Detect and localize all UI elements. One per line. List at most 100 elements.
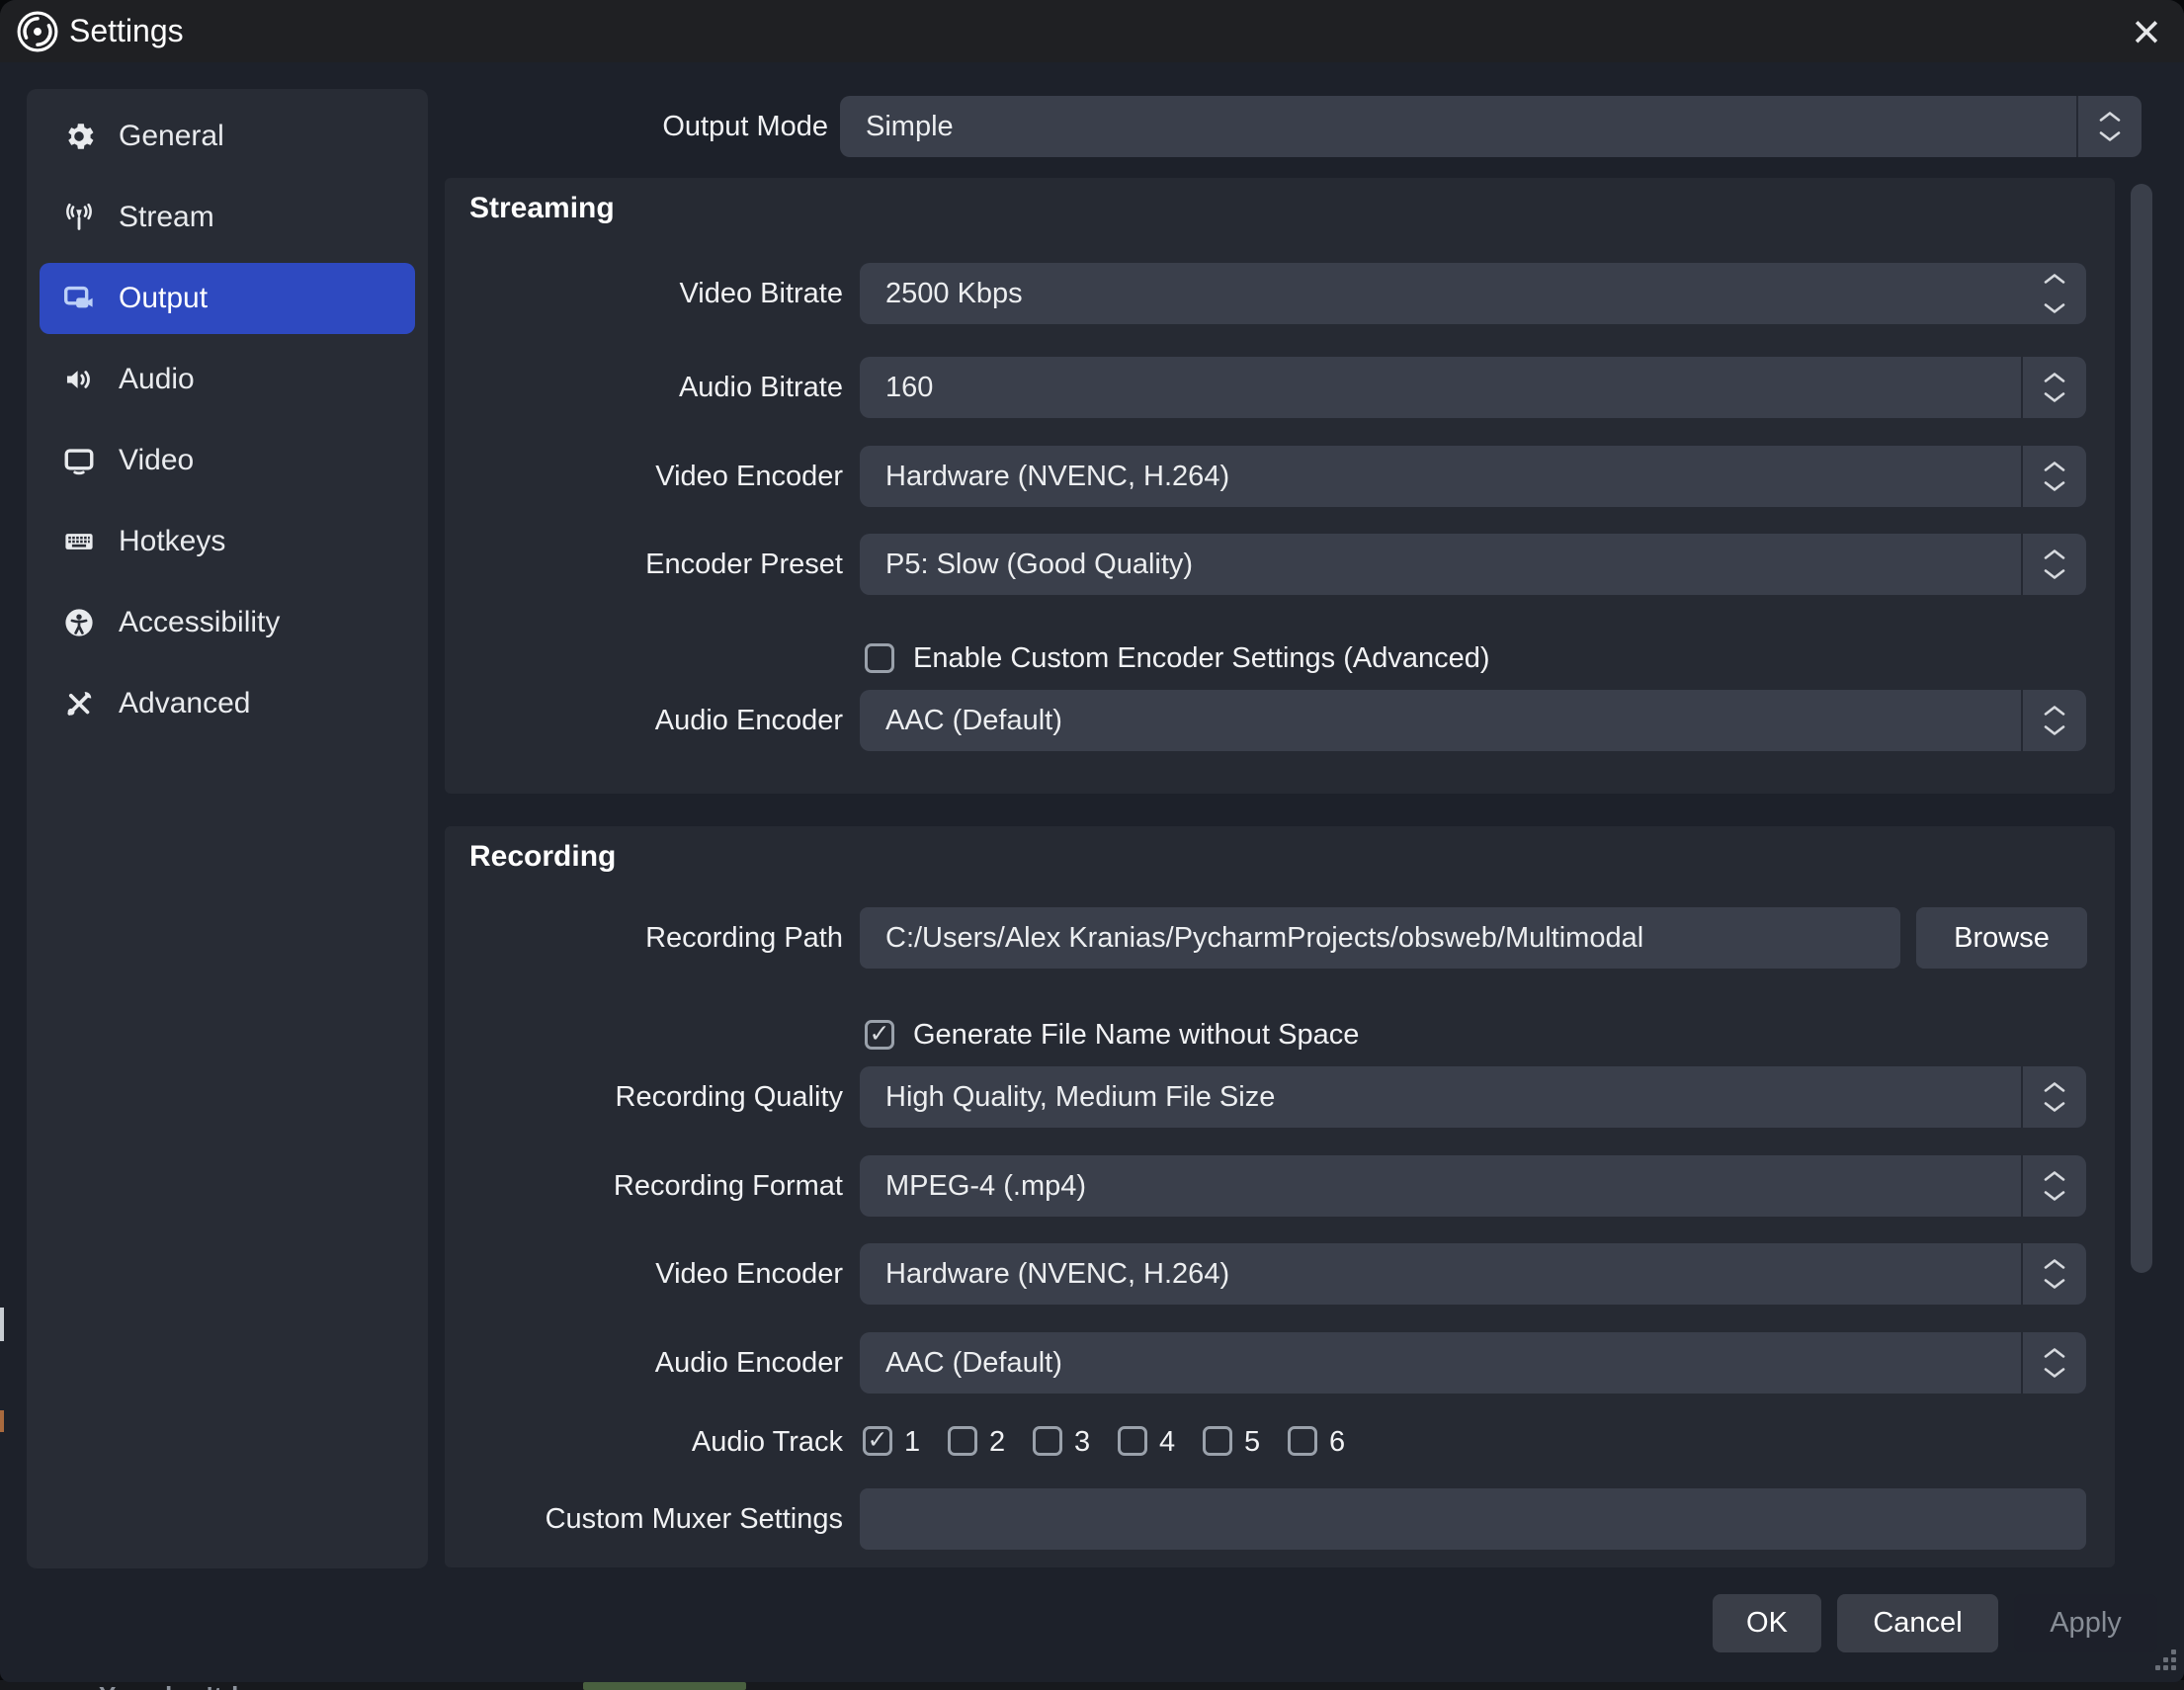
ok-button[interactable]: OK (1713, 1594, 1821, 1652)
spin-up-icon[interactable] (2043, 273, 2066, 285)
accessibility-icon (61, 605, 97, 640)
chevron-up-icon (2043, 1170, 2066, 1182)
sidebar-item-audio[interactable]: Audio (40, 344, 415, 415)
audio-track-6-checkbox[interactable] (1288, 1426, 1317, 1456)
audio-encoder-label: Audio Encoder (445, 690, 843, 751)
recording-quality-select[interactable]: High Quality, Medium File Size (860, 1066, 2086, 1128)
audio-encoder-value: AAC (Default) (885, 705, 1062, 737)
sidebar-item-label: Audio (119, 363, 195, 396)
combo-arrows[interactable] (2021, 1066, 2086, 1128)
rec-video-encoder-label: Video Encoder (445, 1243, 843, 1305)
audio-track-5-checkbox[interactable] (1203, 1426, 1232, 1456)
tools-icon (61, 686, 97, 721)
enable-custom-encoder-checkbox[interactable] (865, 643, 894, 673)
audio-track-1-label: 1 (904, 1411, 920, 1473)
video-bitrate-value: 2500 Kbps (885, 278, 1023, 310)
combo-arrows[interactable] (2021, 357, 2086, 418)
window-title: Settings (69, 13, 184, 49)
sidebar-item-label: Hotkeys (119, 525, 225, 558)
streaming-title: Streaming (469, 192, 615, 225)
audio-track-4-checkbox[interactable] (1118, 1426, 1147, 1456)
chevron-up-icon (2043, 549, 2066, 560)
sidebar-item-output[interactable]: Output (40, 263, 415, 334)
recording-quality-value: High Quality, Medium File Size (885, 1081, 1275, 1114)
sidebar-item-stream[interactable]: Stream (40, 182, 415, 253)
sidebar-item-label: Accessibility (119, 606, 280, 639)
sidebar-item-label: Video (119, 444, 194, 477)
rec-video-encoder-select[interactable]: Hardware (NVENC, H.264) (860, 1243, 2086, 1305)
audio-track-5-label: 5 (1244, 1411, 1260, 1473)
sidebar-item-video[interactable]: Video (40, 425, 415, 496)
background-edge-sliver (0, 1410, 4, 1432)
audio-track-4-label: 4 (1159, 1411, 1175, 1473)
custom-muxer-input[interactable] (860, 1488, 2086, 1550)
chevron-down-icon (2043, 1190, 2066, 1202)
combo-arrows[interactable] (2021, 1155, 2086, 1217)
chevron-up-icon (2043, 372, 2066, 383)
sidebar-item-label: Advanced (119, 687, 250, 720)
audio-bitrate-select[interactable]: 160 (860, 357, 2086, 418)
recording-path-label: Recording Path (445, 907, 843, 969)
browse-button[interactable]: Browse (1916, 907, 2087, 969)
video-encoder-select[interactable]: Hardware (NVENC, H.264) (860, 446, 2086, 507)
audio-track-6-label: 6 (1329, 1411, 1345, 1473)
combo-arrows[interactable] (2021, 446, 2086, 507)
video-encoder-label: Video Encoder (445, 446, 843, 507)
antenna-icon (61, 200, 97, 235)
obs-logo-icon (16, 10, 59, 53)
rec-video-encoder-value: Hardware (NVENC, H.264) (885, 1258, 1229, 1291)
chevron-down-icon (2043, 1367, 2066, 1379)
background-edge-sliver (0, 1308, 4, 1341)
recording-format-select[interactable]: MPEG-4 (.mp4) (860, 1155, 2086, 1217)
rec-audio-encoder-value: AAC (Default) (885, 1347, 1062, 1380)
custom-muxer-label: Custom Muxer Settings (445, 1488, 843, 1550)
resize-grip-icon[interactable] (2154, 1648, 2176, 1670)
apply-button[interactable]: Apply (2014, 1594, 2157, 1652)
video-bitrate-spinbox[interactable]: 2500 Kbps (860, 263, 2086, 324)
recording-title: Recording (469, 840, 616, 874)
scrollbar-thumb[interactable] (2131, 184, 2152, 1273)
output-mode-label: Output Mode (553, 96, 828, 157)
chevron-down-icon (2043, 1101, 2066, 1113)
video-encoder-value: Hardware (NVENC, H.264) (885, 461, 1229, 493)
audio-track-2-checkbox[interactable] (948, 1426, 977, 1456)
recording-format-value: MPEG-4 (.mp4) (885, 1170, 1086, 1203)
output-mode-select[interactable]: Simple (840, 96, 2142, 157)
sidebar-item-accessibility[interactable]: Accessibility (40, 587, 415, 658)
combo-arrows[interactable] (2076, 96, 2142, 157)
audio-track-3-label: 3 (1074, 1411, 1090, 1473)
sidebar-item-label: General (119, 120, 224, 153)
combo-arrows[interactable] (2021, 534, 2086, 595)
chevron-up-icon (2098, 111, 2122, 123)
chevron-up-icon (2043, 1081, 2066, 1093)
combo-arrows[interactable] (2021, 1243, 2086, 1305)
sidebar-item-advanced[interactable]: Advanced (40, 668, 415, 739)
chevron-down-icon (2098, 130, 2122, 142)
recording-path-input[interactable]: C:/Users/Alex Kranias/PycharmProjects/ob… (860, 907, 1900, 969)
audio-encoder-select[interactable]: AAC (Default) (860, 690, 2086, 751)
streaming-section: Streaming Video Bitrate 2500 Kbps Audio … (445, 178, 2115, 794)
video-bitrate-label: Video Bitrate (445, 263, 843, 324)
close-icon: × (2132, 7, 2160, 56)
encoder-preset-select[interactable]: P5: Slow (Good Quality) (860, 534, 2086, 595)
combo-arrows[interactable] (2021, 1332, 2086, 1394)
spin-down-icon[interactable] (2043, 302, 2066, 314)
audio-bitrate-value: 160 (885, 372, 933, 404)
encoder-preset-value: P5: Slow (Good Quality) (885, 549, 1193, 581)
chevron-up-icon (2043, 461, 2066, 472)
chevron-down-icon (2043, 724, 2066, 736)
cancel-button[interactable]: Cancel (1837, 1594, 1998, 1652)
settings-window: Settings × General (0, 0, 2184, 1682)
sidebar-item-general[interactable]: General (40, 101, 415, 172)
close-button[interactable]: × (2121, 6, 2172, 57)
audio-bitrate-label: Audio Bitrate (445, 357, 843, 418)
audio-track-1-checkbox[interactable]: ✓ (863, 1426, 892, 1456)
audio-track-3-checkbox[interactable] (1033, 1426, 1062, 1456)
generate-filename-checkbox[interactable]: ✓ (865, 1020, 894, 1050)
combo-arrows[interactable] (2021, 690, 2086, 751)
encoder-preset-label: Encoder Preset (445, 534, 843, 595)
recording-section: Recording Recording Path C:/Users/Alex K… (445, 826, 2115, 1567)
rec-audio-encoder-select[interactable]: AAC (Default) (860, 1332, 2086, 1394)
sidebar-item-hotkeys[interactable]: Hotkeys (40, 506, 415, 577)
check-icon: ✓ (868, 1428, 888, 1453)
